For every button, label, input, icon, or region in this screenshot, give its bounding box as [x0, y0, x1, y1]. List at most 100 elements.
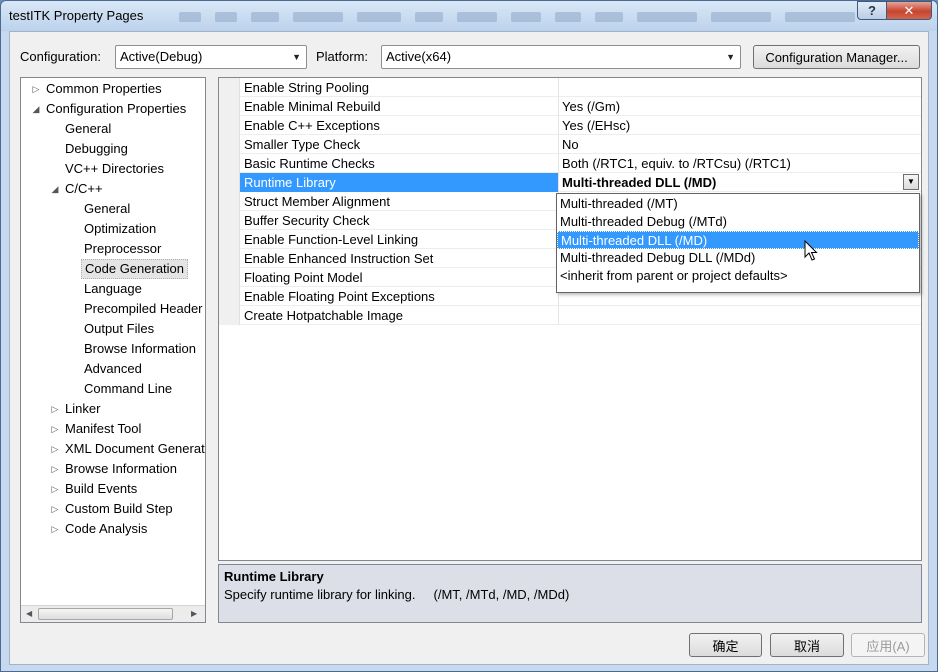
tree-item[interactable]: ▷ Build Events: [21, 479, 205, 499]
platform-combo[interactable]: Active(x64) ▼: [381, 45, 741, 69]
row-gutter: [219, 78, 240, 97]
configuration-combo[interactable]: Active(Debug) ▼: [115, 45, 307, 69]
tree-item-label: Browse Information: [65, 461, 177, 476]
tree-item[interactable]: Preprocessor: [21, 239, 205, 259]
row-gutter: [219, 211, 240, 230]
property-row[interactable]: Runtime Library Multi-threaded DLL (/MD) ▼: [219, 173, 921, 192]
tree-item[interactable]: Code Generation: [21, 259, 205, 279]
column-divider[interactable]: [558, 154, 559, 173]
dialog-client-area: Configuration: Active(Debug) ▼ Platform:…: [9, 31, 929, 665]
property-value: Multi-threaded DLL (/MD): [562, 175, 717, 190]
expand-arrow-icon[interactable]: ▷: [30, 79, 42, 99]
configuration-manager-button[interactable]: Configuration Manager...: [753, 45, 920, 69]
tree-item[interactable]: Command Line: [21, 379, 205, 399]
row-gutter: [219, 306, 240, 325]
column-divider[interactable]: [558, 78, 559, 97]
tree-item[interactable]: Browse Information: [21, 339, 205, 359]
property-value: Yes (/Gm): [562, 99, 621, 114]
runtime-library-dropdown[interactable]: Multi-threaded (/MT) Multi-threaded Debug…: [556, 193, 920, 293]
scroll-right-icon[interactable]: ▶: [191, 609, 197, 618]
help-icon: ?: [868, 3, 876, 18]
window-title: testITK Property Pages: [9, 8, 144, 23]
property-row[interactable]: Smaller Type Check No: [219, 135, 921, 154]
property-row[interactable]: Basic Runtime Checks Both (/RTC1, equiv. …: [219, 154, 921, 173]
help-button[interactable]: ?: [857, 1, 887, 20]
collapse-arrow-icon[interactable]: ◢: [30, 99, 42, 119]
tree-horizontal-scrollbar[interactable]: ◀ ▶: [21, 605, 205, 622]
configuration-value: Active(Debug): [120, 49, 203, 64]
tree-item-label: Custom Build Step: [65, 501, 173, 516]
cancel-button[interactable]: 取消: [770, 633, 844, 657]
property-grid[interactable]: Enable String Pooling Enable Minimal Rebu…: [218, 77, 922, 561]
tree-item[interactable]: ▷ Manifest Tool: [21, 419, 205, 439]
configuration-label: Configuration:: [20, 49, 101, 64]
expand-arrow-icon[interactable]: ▷: [49, 439, 61, 459]
collapse-arrow-icon[interactable]: ◢: [49, 179, 61, 199]
tree-item-label: Advanced: [84, 361, 142, 376]
description-text: Specify runtime library for linking. (/M…: [224, 587, 570, 602]
tree-item-label: Language: [84, 281, 142, 296]
column-divider[interactable]: [558, 135, 559, 154]
property-value: No: [562, 137, 579, 152]
dropdown-option[interactable]: Multi-threaded DLL (/MD): [557, 231, 919, 249]
property-row[interactable]: Create Hotpatchable Image: [219, 306, 921, 325]
dropdown-option[interactable]: Multi-threaded (/MT): [557, 195, 919, 213]
tree-item[interactable]: ▷ Code Analysis: [21, 519, 205, 539]
expand-arrow-icon[interactable]: ▷: [49, 459, 61, 479]
property-name: Struct Member Alignment: [244, 194, 390, 209]
column-divider[interactable]: [558, 116, 559, 135]
dropdown-option[interactable]: <inherit from parent or project defaults…: [557, 267, 919, 285]
row-gutter: [219, 116, 240, 135]
platform-value: Active(x64): [386, 49, 452, 64]
property-row[interactable]: Enable C++ Exceptions Yes (/EHsc): [219, 116, 921, 135]
row-gutter: [219, 154, 240, 173]
tree-item-label: Code Generation: [81, 259, 189, 279]
tree-item-label: Common Properties: [46, 81, 162, 96]
description-panel: Runtime Library Specify runtime library …: [218, 564, 922, 623]
tree-item[interactable]: ▷ Linker: [21, 399, 205, 419]
scrollbar-thumb[interactable]: [38, 608, 173, 620]
tree-item[interactable]: ▷ Common Properties: [21, 79, 205, 99]
dropdown-button[interactable]: ▼: [903, 174, 919, 190]
dropdown-option[interactable]: Multi-threaded Debug (/MTd): [557, 213, 919, 231]
expand-arrow-icon[interactable]: ▷: [49, 519, 61, 539]
expand-arrow-icon[interactable]: ▷: [49, 479, 61, 499]
tree-item[interactable]: ▷ Browse Information: [21, 459, 205, 479]
tree-item[interactable]: Debugging: [21, 139, 205, 159]
dropdown-option[interactable]: Multi-threaded Debug DLL (/MDd): [557, 249, 919, 267]
column-divider[interactable]: [558, 97, 559, 116]
tree-item[interactable]: VC++ Directories: [21, 159, 205, 179]
tree-item[interactable]: ▷ XML Document Generat: [21, 439, 205, 459]
expand-arrow-icon[interactable]: ▷: [49, 399, 61, 419]
tree-item[interactable]: ◢ Configuration Properties: [21, 99, 205, 119]
close-icon: ✕: [903, 2, 915, 18]
tree-item[interactable]: Output Files: [21, 319, 205, 339]
tree-item[interactable]: Advanced: [21, 359, 205, 379]
property-row[interactable]: Enable String Pooling: [219, 78, 921, 97]
ok-button[interactable]: 确定: [689, 633, 762, 657]
tree-item[interactable]: General: [21, 199, 205, 219]
row-gutter: [219, 173, 240, 192]
apply-button[interactable]: 应用(A): [851, 633, 925, 657]
tree-item[interactable]: Optimization: [21, 219, 205, 239]
tree-item[interactable]: ▷ Custom Build Step: [21, 499, 205, 519]
expand-arrow-icon[interactable]: ▷: [49, 499, 61, 519]
tree-item[interactable]: General: [21, 119, 205, 139]
column-divider[interactable]: [558, 306, 559, 325]
tree-item[interactable]: Precompiled Header: [21, 299, 205, 319]
property-name: Enable String Pooling: [244, 80, 370, 95]
title-bar[interactable]: testITK Property Pages ? ✕: [1, 1, 937, 31]
platform-label: Platform:: [316, 49, 369, 64]
expand-arrow-icon[interactable]: ▷: [49, 419, 61, 439]
tree-item-label: General: [84, 201, 131, 216]
tree-item[interactable]: ◢ C/C++: [21, 179, 205, 199]
scroll-left-icon[interactable]: ◀: [26, 609, 32, 618]
mouse-cursor-icon: [804, 240, 818, 261]
tree-item[interactable]: Language: [21, 279, 205, 299]
tree-item-label: Optimization: [84, 221, 157, 236]
property-tree[interactable]: ▷ Common Properties ◢ Configuration Propert…: [20, 77, 206, 623]
property-row[interactable]: Enable Minimal Rebuild Yes (/Gm): [219, 97, 921, 116]
column-divider[interactable]: [558, 173, 559, 192]
property-value: Both (/RTC1, equiv. to /RTCsu) (/RTC1): [562, 156, 791, 171]
close-button[interactable]: ✕: [886, 1, 932, 20]
